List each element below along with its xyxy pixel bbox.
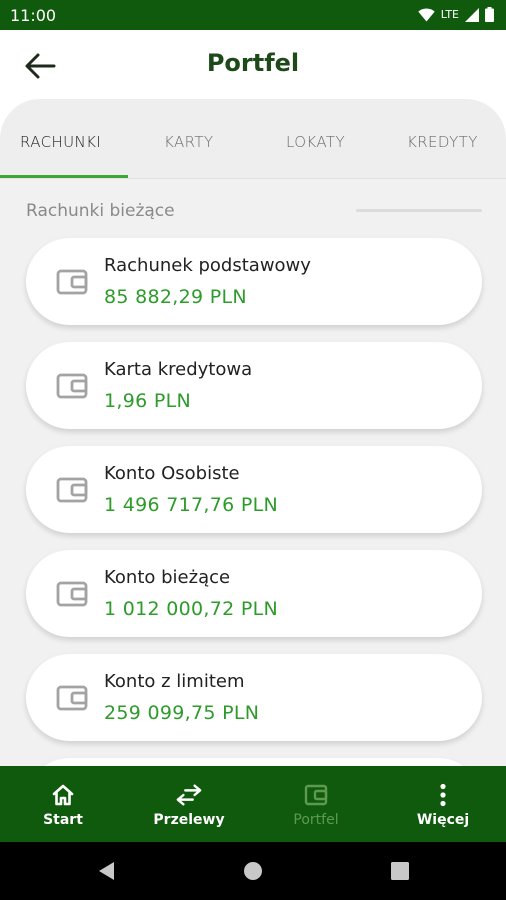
account-name: Konto bieżące <box>104 567 231 588</box>
nav-label: Przelewy <box>153 812 225 828</box>
home-circle-icon[interactable] <box>241 859 265 883</box>
bottom-nav: Start Przelewy Portfel Więcej <box>0 766 506 842</box>
active-tab-indicator <box>0 175 128 178</box>
account-name: Karta kredytowa <box>104 359 253 380</box>
account-balance: 1 496 717,76 PLN <box>104 494 279 516</box>
recents-square-icon[interactable] <box>388 859 412 883</box>
battery-icon <box>485 7 494 22</box>
more-vertical-icon <box>430 782 456 808</box>
wallet-icon <box>56 477 88 503</box>
transfer-arrows-icon <box>176 782 202 808</box>
system-nav-bar <box>0 842 506 900</box>
account-card[interactable]: Konto Osobiste 1 496 717,76 PLN <box>26 446 482 533</box>
wallet-icon <box>56 685 88 711</box>
section-divider <box>356 209 482 212</box>
account-balance: 1 012 000,72 PLN <box>104 598 279 620</box>
account-card[interactable]: Karta kredytowa 1,96 PLN <box>26 342 482 429</box>
signal-icon <box>465 7 479 22</box>
wallet-icon <box>56 581 88 607</box>
account-balance: 85 882,29 PLN <box>104 286 247 308</box>
account-card[interactable]: Konto z limitem 259 099,75 PLN <box>26 654 482 741</box>
status-bar: 11:00 LTE <box>0 0 506 30</box>
account-card[interactable]: Rachunek podstawowy 85 882,29 PLN <box>26 238 482 325</box>
account-name: Rachunek podstawowy <box>104 255 311 276</box>
tab-karty[interactable]: KARTY <box>164 133 214 151</box>
tab-lokaty[interactable]: LOKATY <box>286 133 345 151</box>
nav-label: Więcej <box>416 812 470 828</box>
account-balance: 259 099,75 PLN <box>104 702 260 724</box>
wallet-icon <box>56 269 88 295</box>
nav-start[interactable]: Start <box>0 766 126 842</box>
home-icon <box>50 782 76 808</box>
nav-label: Start <box>43 812 83 828</box>
account-name: Konto z limitem <box>104 671 245 692</box>
tab-bar: RACHUNKI KARTY LOKATY KREDYTY <box>0 99 506 179</box>
accounts-list[interactable]: Rachunki bieżące Rachunek podstawowy 85 … <box>0 180 506 766</box>
account-name: Konto Osobiste <box>104 463 240 484</box>
nav-przelewy[interactable]: Przelewy <box>126 766 252 842</box>
tab-kredyty[interactable]: KREDYTY <box>407 133 478 151</box>
account-card[interactable] <box>26 758 482 766</box>
network-type: LTE <box>440 8 459 21</box>
status-time: 11:00 <box>10 6 57 25</box>
page-title: Portfel <box>206 49 300 77</box>
wallet-icon <box>56 373 88 399</box>
nav-portfel[interactable]: Portfel <box>253 766 379 842</box>
back-triangle-icon[interactable] <box>94 859 118 883</box>
wifi-icon <box>418 8 435 21</box>
section-title: Rachunki bieżące <box>26 201 175 221</box>
account-card[interactable]: Konto bieżące 1 012 000,72 PLN <box>26 550 482 637</box>
nav-wiecej[interactable]: Więcej <box>380 766 506 842</box>
tab-rachunki[interactable]: RACHUNKI <box>20 133 101 151</box>
wallet-icon <box>303 782 329 808</box>
nav-label: Portfel <box>293 812 339 828</box>
status-icons: LTE <box>418 7 494 22</box>
app-header: Portfel <box>0 30 506 100</box>
account-balance: 1,96 PLN <box>104 390 191 412</box>
